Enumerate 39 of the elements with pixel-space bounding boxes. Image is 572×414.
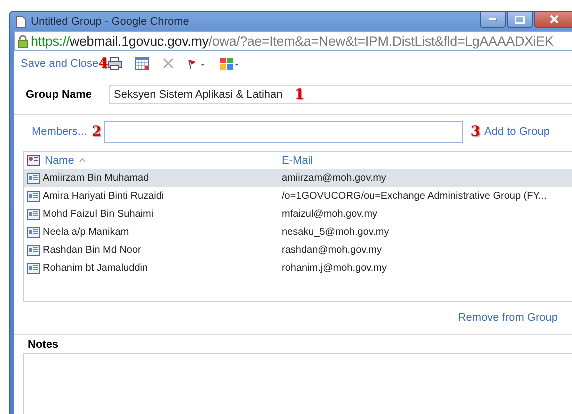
maximize-icon xyxy=(515,16,525,24)
minimize-icon xyxy=(489,18,497,21)
print-icon[interactable] xyxy=(108,57,122,70)
contact-card-icon xyxy=(27,244,40,256)
members-field[interactable] xyxy=(104,121,463,143)
group-name-label: Group Name xyxy=(26,88,94,100)
close-button[interactable] xyxy=(534,12,572,28)
calendar-icon[interactable] xyxy=(135,57,150,70)
group-name-field[interactable]: Seksyen Sistem Aplikasi & Latihan 1 xyxy=(109,85,572,104)
remove-from-group-link[interactable]: Remove from Group xyxy=(458,312,558,324)
window-title: Untitled Group - Google Chrome xyxy=(31,16,190,28)
annotation-number: 3 xyxy=(470,124,480,140)
minimize-button[interactable] xyxy=(480,12,506,28)
notes-label: Notes xyxy=(28,339,60,351)
column-header[interactable]: E-Mail xyxy=(282,154,314,166)
annotation-number: 1 xyxy=(294,86,305,102)
page-icon xyxy=(16,16,26,28)
url-text: https://webmail.1govuc.gov.my/owa/?ae=Item&a=New&t=IPM.DistList&fld=LgAAAADXiEK xyxy=(31,34,554,48)
close-icon xyxy=(550,15,558,24)
flag-icon[interactable] xyxy=(188,58,206,68)
member-name-cell[interactable]: Amiirzam Bin Muhamad xyxy=(24,169,282,187)
contact-card-icon xyxy=(27,172,40,184)
annotation-number: 2 xyxy=(92,124,102,140)
contact-card-icon xyxy=(27,262,40,274)
lock-icon xyxy=(18,34,28,48)
members-link[interactable]: Members... xyxy=(32,126,92,138)
address-bar[interactable]: https://webmail.1govuc.gov.my/owa/?ae=Item&a=New&t=IPM.DistList&fld=LgAAAADXiEK xyxy=(14,31,572,51)
maximize-button[interactable] xyxy=(507,12,533,28)
add-to-group-link[interactable]: Add to Group xyxy=(484,126,550,138)
save-and-close-link[interactable]: Save and Close xyxy=(21,58,99,70)
contact-card-icon xyxy=(27,208,40,220)
annotation-number: 4 xyxy=(98,56,108,72)
member-email-cell[interactable]: amiirzam@moh.gov.my xyxy=(282,169,572,187)
contact-card-icon xyxy=(27,190,40,202)
notes-field[interactable] xyxy=(23,353,572,414)
column-header[interactable]: Name xyxy=(45,154,74,166)
categories-icon[interactable] xyxy=(220,58,240,70)
contact-header-icon xyxy=(27,155,40,166)
contact-card-icon xyxy=(27,226,40,238)
